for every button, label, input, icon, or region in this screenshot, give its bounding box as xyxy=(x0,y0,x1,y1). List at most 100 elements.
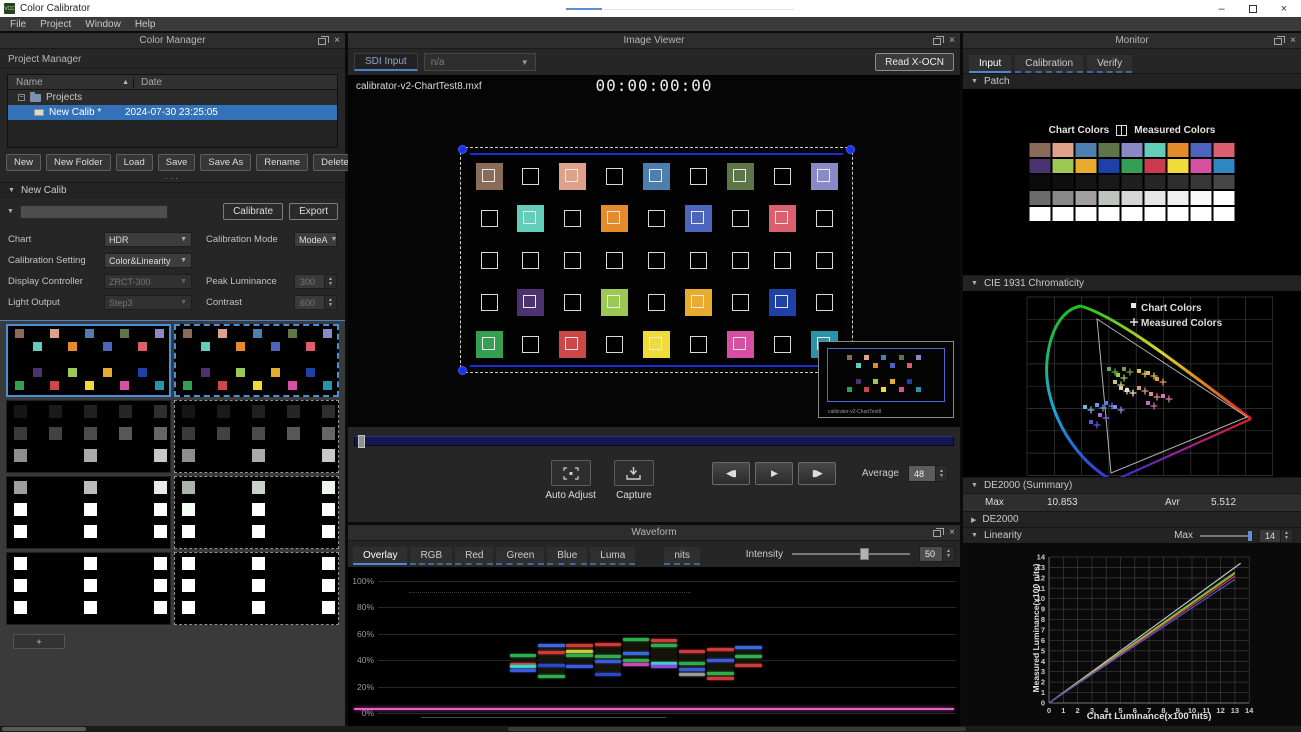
rename-button[interactable]: Rename xyxy=(256,154,308,171)
collapse-arrow-icon[interactable]: ▼ xyxy=(971,280,978,287)
chart-thumbnail-white[interactable] xyxy=(6,552,171,625)
waveform-nits-toggle[interactable]: nits xyxy=(664,547,700,565)
svg-text:13: 13 xyxy=(1231,706,1239,715)
add-chart-button[interactable]: + xyxy=(13,634,65,649)
waveform-tab-blue[interactable]: Blue xyxy=(547,547,587,565)
patch-swatch xyxy=(1191,143,1212,157)
read-xocn-button[interactable]: Read X-OCN xyxy=(875,53,954,71)
svg-text:2: 2 xyxy=(1076,706,1080,715)
intensity-slider[interactable] xyxy=(792,553,910,555)
patch-swatch xyxy=(1145,207,1166,221)
title-bar: VCC Color Calibrator – × xyxy=(0,0,1301,17)
waveform-tab-green[interactable]: Green xyxy=(496,547,544,565)
scrollbar-thumb[interactable] xyxy=(2,727,86,731)
monitor-tab-verify[interactable]: Verify xyxy=(1087,55,1132,73)
sort-ascending-icon: ▲ xyxy=(122,79,133,86)
close-panel-icon[interactable]: × xyxy=(949,529,955,537)
expand-arrow-icon[interactable]: ▶ xyxy=(971,516,976,524)
collapse-arrow-icon[interactable]: ▼ xyxy=(971,78,978,85)
monitor-tab-input[interactable]: Input xyxy=(969,55,1011,73)
step-back-button[interactable]: ◀▮ xyxy=(712,462,750,485)
calibration-mode-select[interactable]: ModeA▼ xyxy=(294,232,337,247)
maximize-button[interactable] xyxy=(1249,5,1257,13)
linearity-max-stepper[interactable]: 14▲▼ xyxy=(1259,529,1293,543)
seek-bar[interactable] xyxy=(354,436,954,446)
collapse-arrow-icon[interactable]: ▼ xyxy=(971,482,978,489)
waveform-tab-luma[interactable]: Luma xyxy=(590,547,635,565)
chart-thumbnail-lightgray[interactable] xyxy=(6,476,171,549)
chart-thumbnail-gray[interactable] xyxy=(174,400,339,473)
export-button[interactable]: Export xyxy=(289,203,338,220)
minimize-button[interactable]: – xyxy=(1218,3,1224,15)
chart-thumbnail-dashed-lightgray[interactable] xyxy=(174,476,339,549)
average-stepper[interactable]: 48▲▼ xyxy=(908,465,948,482)
tree-date-column[interactable]: Date xyxy=(133,77,337,88)
scrollbar-thumb[interactable] xyxy=(508,727,966,731)
close-panel-icon[interactable]: × xyxy=(1290,37,1296,45)
patch-swatch xyxy=(1168,143,1189,157)
collapse-arrow-icon[interactable]: ▼ xyxy=(8,187,15,194)
project-buttons-row: NewNew FolderLoadSaveSave AsRenameDelete xyxy=(0,148,345,175)
chart-select[interactable]: HDR▼ xyxy=(104,232,192,247)
splitter-handle[interactable]: ··· xyxy=(0,175,345,182)
tree-row-new-calib[interactable]: New Calib * 2024-07-30 23:25:05 xyxy=(8,105,337,120)
float-panel-icon[interactable] xyxy=(933,38,941,45)
step-forward-button[interactable]: ▮▶ xyxy=(798,462,836,485)
menu-item-file[interactable]: File xyxy=(3,19,33,30)
calibration-setting-select[interactable]: Color&Linearity▼ xyxy=(104,253,192,268)
menu-item-project[interactable]: Project xyxy=(33,19,78,30)
close-panel-icon[interactable]: × xyxy=(334,37,340,45)
contrast-stepper: 600▲▼ xyxy=(294,295,337,310)
stepper-arrows-icon: ▲▼ xyxy=(936,465,948,482)
capture-label: Capture xyxy=(616,490,652,501)
monitor-tab-calibration[interactable]: Calibration xyxy=(1015,55,1083,73)
chart-thumbnail-white[interactable] xyxy=(174,552,339,625)
linearity-max-slider[interactable] xyxy=(1200,535,1252,537)
de2000-summary-row: Max 10.853 Avr 5.512 xyxy=(963,493,1301,511)
waveform-tab-rgb[interactable]: RGB xyxy=(410,547,452,565)
dropdown-arrow-icon[interactable]: ▼ xyxy=(7,208,14,215)
selection-handle-tr[interactable] xyxy=(846,145,855,154)
selection-handle-bl[interactable] xyxy=(458,366,467,375)
save-button[interactable]: Save xyxy=(158,154,196,171)
svg-text:2: 2 xyxy=(1041,678,1045,687)
tree-row-projects[interactable]: − Projects xyxy=(8,90,337,105)
viewer-canvas[interactable]: calibrator-v2-ChartTest8.mxf 00:00:00:00 xyxy=(348,75,960,427)
auto-adjust-button[interactable] xyxy=(551,460,591,486)
float-panel-icon[interactable] xyxy=(1274,38,1282,45)
patch-swatch xyxy=(1053,175,1074,189)
capture-button[interactable] xyxy=(614,460,654,486)
new-folder-button[interactable]: New Folder xyxy=(46,154,111,171)
collapse-arrow-icon[interactable]: ▼ xyxy=(971,532,978,539)
chart-thumbnail-color[interactable] xyxy=(174,324,339,397)
chart-thumbnail-gray[interactable] xyxy=(6,400,171,473)
menu-item-window[interactable]: Window xyxy=(78,19,128,30)
chart-thumbnail-color[interactable] xyxy=(6,324,171,397)
load-button[interactable]: Load xyxy=(116,154,153,171)
intensity-stepper[interactable]: 50▲▼ xyxy=(919,546,955,562)
new-button[interactable]: New xyxy=(6,154,41,171)
waveform-tab-overlay[interactable]: Overlay xyxy=(353,547,407,565)
float-panel-icon[interactable] xyxy=(318,38,326,45)
bottom-scrollbar[interactable] xyxy=(0,726,1301,732)
menu-item-help[interactable]: Help xyxy=(128,19,163,30)
sdi-source-select[interactable]: n/a▼ xyxy=(424,53,536,71)
play-button[interactable]: ▶ xyxy=(755,462,793,485)
calib-name-input[interactable] xyxy=(20,205,168,219)
collapse-icon[interactable]: − xyxy=(18,94,25,101)
selection-handle-tl[interactable] xyxy=(458,145,467,154)
navigator-inset[interactable]: calibrator-v2-ChartTest8 xyxy=(818,341,954,418)
waveform-tab-red[interactable]: Red xyxy=(455,547,493,565)
slider-handle[interactable] xyxy=(860,548,869,560)
calibrate-button[interactable]: Calibrate xyxy=(223,203,283,220)
seek-handle[interactable] xyxy=(358,435,365,448)
close-button[interactable]: × xyxy=(1281,3,1287,15)
slider-handle[interactable] xyxy=(1248,531,1252,541)
save-as-button[interactable]: Save As xyxy=(200,154,251,171)
close-panel-icon[interactable]: × xyxy=(949,37,955,45)
patch-swatch xyxy=(1030,143,1051,157)
sdi-input-button[interactable]: SDI Input xyxy=(354,53,418,71)
selection-marquee[interactable] xyxy=(460,147,853,373)
chart-label: Chart xyxy=(8,234,100,245)
float-panel-icon[interactable] xyxy=(933,530,941,537)
